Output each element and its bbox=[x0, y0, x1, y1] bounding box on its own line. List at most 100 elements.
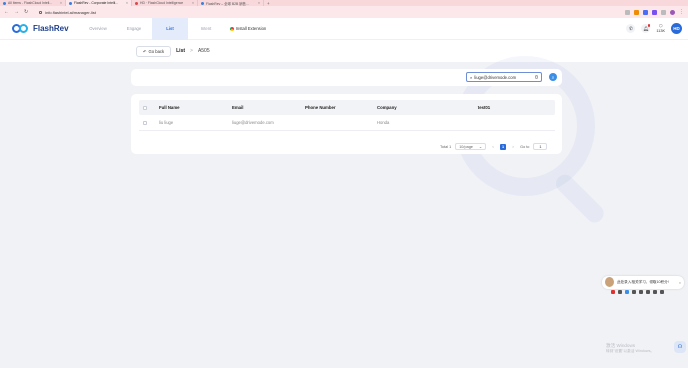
extension-icons: ⋮ bbox=[625, 9, 684, 15]
page-size-select[interactable]: 10/page ⌄ bbox=[455, 143, 487, 150]
cell-email: liuge@drivemode.com bbox=[232, 120, 274, 125]
nav-engage[interactable]: Engage bbox=[116, 18, 152, 40]
go-back-label: Go back bbox=[148, 48, 165, 54]
select-all-checkbox[interactable] bbox=[143, 105, 147, 110]
url-text: info.flashintel.ai/manager-list bbox=[45, 9, 96, 15]
ime-menu-icon[interactable] bbox=[653, 290, 657, 294]
headset-icon: ☊ bbox=[677, 344, 683, 350]
ime-toolbar bbox=[611, 290, 664, 294]
tab-favicon-icon bbox=[3, 1, 6, 5]
help-button[interactable]: ☊ bbox=[674, 341, 686, 353]
ime-skin-icon[interactable] bbox=[646, 290, 650, 294]
search-icon: ⌕ bbox=[551, 74, 555, 80]
lock-icon bbox=[39, 10, 43, 14]
prev-page-button[interactable]: < bbox=[490, 144, 496, 150]
row-checkbox[interactable] bbox=[143, 120, 147, 125]
ime-mode-icon[interactable] bbox=[618, 290, 622, 294]
mascot-icon bbox=[605, 276, 614, 287]
phone-button[interactable]: ✆ bbox=[626, 24, 636, 33]
tab-favicon-icon bbox=[69, 1, 72, 5]
column-header[interactable]: Email bbox=[232, 105, 305, 110]
search-value: liuge@drivemode.com bbox=[474, 74, 517, 80]
pagination: Total 1 10/page ⌄ < 1 > Go to 1 bbox=[440, 143, 548, 150]
goto-page-input[interactable]: 1 bbox=[533, 143, 548, 150]
back-arrow-icon[interactable]: ← bbox=[4, 9, 9, 15]
puzzle-icon[interactable] bbox=[661, 9, 666, 15]
notification-dot bbox=[647, 24, 651, 27]
credits-display[interactable]: ⬡ 113K bbox=[656, 24, 665, 33]
total-count: Total 1 bbox=[440, 144, 452, 149]
tab-favicon-icon bbox=[201, 1, 204, 5]
cell-full-name: liu liuge bbox=[159, 120, 174, 125]
url-field[interactable]: info.flashintel.ai/manager-list bbox=[39, 10, 96, 15]
tab-favicon-icon bbox=[135, 1, 138, 5]
goto-label: Go to bbox=[520, 144, 530, 149]
table-header: Full Name Email Phone Number Company tes… bbox=[139, 100, 555, 115]
menu-dots-icon[interactable]: ⋮ bbox=[679, 9, 684, 15]
avatar[interactable]: HD bbox=[671, 23, 682, 34]
go-back-button[interactable]: ↶ Go back bbox=[136, 45, 172, 57]
breadcrumb-separator: > bbox=[190, 48, 193, 54]
ime-grid-icon[interactable] bbox=[660, 290, 664, 294]
logo-text: FlashRev bbox=[33, 24, 69, 33]
ime-punct-icon[interactable] bbox=[625, 290, 629, 294]
ime-mic-icon[interactable] bbox=[632, 290, 636, 294]
nav-list[interactable]: List bbox=[152, 17, 188, 40]
next-page-button[interactable]: > bbox=[510, 144, 516, 150]
tab-label: All Items - FlashCloud Intell... bbox=[8, 1, 53, 5]
search-icon: ⌕ bbox=[470, 74, 473, 80]
ime-popup[interactable]: 此处录入相关学习，领取10积分! × bbox=[602, 276, 684, 289]
close-icon[interactable]: × bbox=[679, 281, 681, 285]
ime-keyboard-icon[interactable] bbox=[639, 290, 643, 294]
tab-close-icon[interactable]: × bbox=[126, 1, 128, 5]
breadcrumb-current: A505 bbox=[197, 48, 210, 54]
logo-mark-icon bbox=[12, 24, 30, 33]
chevron-down-icon: ⌄ bbox=[478, 145, 483, 149]
clear-icon[interactable]: × bbox=[534, 75, 538, 79]
forward-arrow-icon[interactable]: → bbox=[14, 9, 19, 15]
phone-icon: ✆ bbox=[629, 25, 633, 31]
ime-text: 此处录入相关学习，领取10积分! bbox=[617, 280, 669, 284]
column-header[interactable]: Company bbox=[377, 105, 449, 110]
chrome-icon bbox=[229, 26, 234, 31]
tab-close-icon[interactable]: × bbox=[192, 1, 194, 5]
extension-icon[interactable] bbox=[634, 9, 639, 15]
install-extension-label: Install Extension bbox=[235, 26, 267, 31]
main-nav: Overview Engage List Intent Install Exte… bbox=[80, 17, 272, 40]
table-row[interactable]: liu liuge liuge@drivemode.com Honda bbox=[139, 115, 555, 131]
page-size-value: 10/page bbox=[459, 144, 473, 149]
browser-address-bar: ← → ↻ info.flashintel.ai/manager-list ⋮ bbox=[0, 6, 688, 18]
current-page[interactable]: 1 bbox=[500, 143, 507, 150]
profile-icon[interactable] bbox=[670, 9, 675, 15]
search-button[interactable]: ⌕ bbox=[549, 73, 557, 81]
search-card: ⌕ liuge@drivemode.com × bbox=[131, 69, 562, 86]
nav-intent[interactable]: Intent bbox=[188, 18, 224, 40]
ime-logo-icon[interactable] bbox=[611, 290, 615, 294]
breadcrumb: List > A505 bbox=[176, 48, 210, 54]
column-header[interactable]: Full Name bbox=[159, 105, 232, 110]
translate-icon[interactable] bbox=[625, 9, 630, 15]
column-header[interactable]: Phone Number bbox=[305, 105, 377, 110]
tab-label: FlashRev – 全球 B2B 销售... bbox=[206, 1, 249, 6]
install-extension-link[interactable]: Install Extension bbox=[224, 18, 272, 40]
tab-close-icon[interactable]: × bbox=[60, 1, 62, 5]
extension-icon[interactable] bbox=[643, 9, 648, 15]
search-input[interactable]: ⌕ liuge@drivemode.com × bbox=[466, 72, 542, 82]
nav-overview[interactable]: Overview bbox=[80, 18, 116, 40]
column-header[interactable]: test01 bbox=[449, 105, 519, 110]
tab-label: HD · FlashCloud Intelligence bbox=[140, 1, 184, 5]
tab-close-icon[interactable]: × bbox=[258, 1, 260, 5]
extension-icon[interactable] bbox=[652, 9, 657, 15]
windows-activation-watermark: 激活 Windows 转到"设置"以激活 Windows。 bbox=[606, 343, 654, 353]
breadcrumb-list[interactable]: List bbox=[176, 48, 185, 54]
activate-subtitle: 转到"设置"以激活 Windows。 bbox=[606, 348, 655, 353]
notification-button[interactable]: 🔔︎ bbox=[641, 24, 651, 33]
cell-company: Honda bbox=[377, 120, 390, 125]
app-header: FlashRev Overview Engage List Intent Ins… bbox=[0, 17, 688, 40]
logo[interactable]: FlashRev bbox=[12, 24, 74, 33]
tab-label: FlashRev - Corporate Intelli... bbox=[74, 1, 119, 5]
sub-header: ↶ Go back List > A505 bbox=[0, 40, 688, 62]
reload-icon[interactable]: ↻ bbox=[24, 9, 28, 15]
credits-value: 113K bbox=[656, 28, 665, 33]
contacts-table: Full Name Email Phone Number Company tes… bbox=[139, 100, 555, 131]
